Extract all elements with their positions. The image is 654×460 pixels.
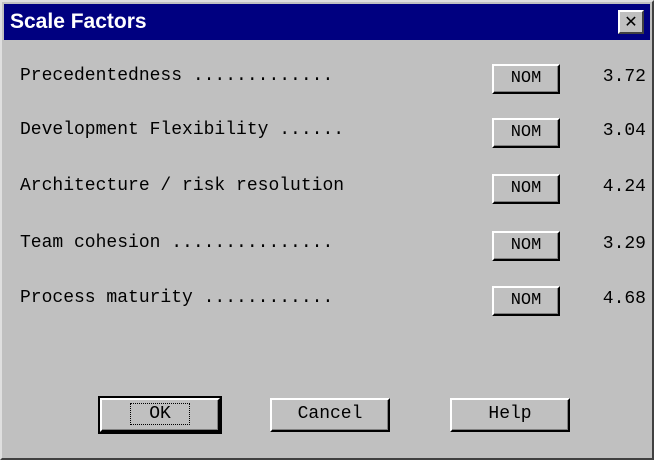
- rating-button-precedentedness[interactable]: NOM: [492, 64, 560, 94]
- factor-label: Precedentedness .............: [20, 66, 334, 86]
- help-button[interactable]: Help: [450, 398, 570, 432]
- factor-value: 3.04: [602, 121, 646, 141]
- ok-button-label: OK: [130, 403, 190, 425]
- rating-button-process-maturity[interactable]: NOM: [492, 286, 560, 316]
- factor-label: Process maturity ............: [20, 288, 334, 308]
- cancel-button[interactable]: Cancel: [270, 398, 390, 432]
- rating-button-team-cohesion[interactable]: NOM: [492, 231, 560, 261]
- factor-value: 4.68: [602, 289, 646, 309]
- rating-button-architecture-risk-resolution[interactable]: NOM: [492, 174, 560, 204]
- factor-row-process-maturity: Process maturity ............ NOM 4.68: [20, 286, 650, 316]
- factor-row-development-flexibility: Development Flexibility ...... NOM 3.04: [20, 118, 650, 148]
- factor-row-team-cohesion: Team cohesion ............... NOM 3.29: [20, 231, 650, 261]
- ok-button[interactable]: OK: [98, 396, 222, 434]
- window-title: Scale Factors: [10, 10, 147, 33]
- factor-value: 3.72: [602, 67, 646, 87]
- factor-value: 3.29: [602, 234, 646, 254]
- close-icon: ✕: [624, 12, 638, 31]
- close-button[interactable]: ✕: [618, 10, 644, 34]
- factor-label: Architecture / risk resolution: [20, 176, 345, 196]
- title-bar[interactable]: Scale Factors ✕: [4, 4, 650, 40]
- scale-factors-dialog: Scale Factors ✕ Precedentedness ........…: [0, 0, 654, 460]
- factor-value: 4.24: [602, 177, 646, 197]
- factor-row-architecture-risk-resolution: Architecture / risk resolution NOM 4.24: [20, 174, 650, 204]
- factor-label: Team cohesion ...............: [20, 233, 334, 253]
- rating-button-development-flexibility[interactable]: NOM: [492, 118, 560, 148]
- factor-row-precedentedness: Precedentedness ............. NOM 3.72: [20, 64, 650, 94]
- factor-label: Development Flexibility ......: [20, 120, 345, 140]
